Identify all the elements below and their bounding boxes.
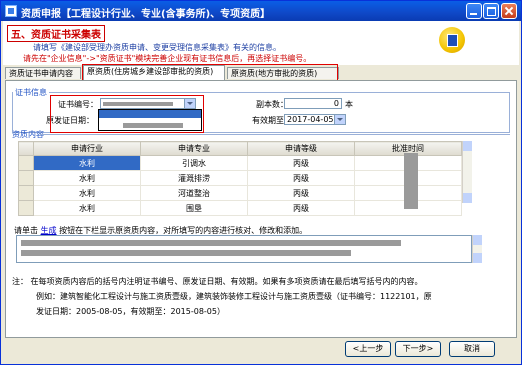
table-cell[interactable]: 水利: [33, 185, 141, 201]
redacted-approval-times: [404, 153, 418, 209]
next-button[interactable]: 下一步>: [395, 341, 441, 357]
table-cell[interactable]: 围垦: [140, 200, 248, 216]
table-cell[interactable]: 河道整治: [140, 185, 248, 201]
tab-application-content[interactable]: 资质证书申请内容: [5, 67, 81, 79]
textarea-scrollbar[interactable]: [472, 235, 482, 263]
content-panel: 证书信息 证书编号： 原发证日期： 副本数： 0 本 有效期至： 2017-04…: [5, 80, 517, 338]
highlight-box-cert: [50, 95, 204, 133]
copies-unit: 本: [345, 100, 353, 109]
title-bar: 资质申报【工程设计行业、专业(含事务所)、专项资质】: [1, 1, 521, 21]
window-title: 资质申报【工程设计行业、专业(含事务所)、专项资质】: [21, 9, 271, 20]
highlight-box-tabs: [82, 64, 338, 81]
table-scrollbar[interactable]: [462, 141, 472, 203]
minimize-button[interactable]: [466, 3, 482, 19]
table-cell[interactable]: 丙级: [247, 170, 355, 186]
table-cell[interactable]: 丙级: [247, 155, 355, 171]
redacted-text: [21, 240, 401, 246]
table-cell[interactable]: 水利: [33, 170, 141, 186]
table-cell[interactable]: 灌溉排涝: [140, 170, 248, 186]
row-selector[interactable]: [18, 155, 34, 171]
table-cell[interactable]: 丙级: [247, 200, 355, 216]
divider: [40, 134, 510, 135]
copies-input[interactable]: 0: [284, 98, 342, 109]
table-cell[interactable]: 引调水: [140, 155, 248, 171]
instruction-text: 请填写《建设部受理办资质申请、变更受理信息采集表》有关的信息。: [33, 43, 281, 52]
table-row[interactable]: 水利 灌溉排涝 丙级: [18, 170, 462, 186]
section-title: 五、资质证书采集表: [7, 25, 105, 42]
chevron-down-icon[interactable]: [334, 115, 345, 124]
generate-suffix: 按钮在下栏显示原资质内容，对所填写的内容进行核对、修改和添加。: [59, 226, 308, 235]
qualification-table: 申请行业 申请专业 申请等级 批准时间 水利 引调水 丙级 水利 灌溉排涝 丙级…: [18, 141, 462, 216]
row-header-corner: [18, 141, 34, 156]
note-block: 注： 在每项资质内容后的括号内注明证书编号、原发证日期、有效期。如果有多项资质请…: [12, 274, 432, 319]
note-line: 例如：建筑智能化工程设计与施工资质壹级，建筑装饰装修工程设计与施工资质壹级（证书…: [36, 292, 432, 301]
column-header[interactable]: 申请等级: [247, 141, 355, 156]
generate-prefix: 请单击: [14, 226, 38, 235]
redacted-text: [21, 250, 351, 256]
expiry-value: 2017-04-05: [287, 115, 334, 124]
row-selector[interactable]: [18, 170, 34, 186]
column-header[interactable]: 申请行业: [33, 141, 141, 156]
previous-button[interactable]: <上一步: [345, 341, 391, 357]
expiry-date-picker[interactable]: 2017-04-05: [284, 114, 346, 125]
warning-text: 请先在"企业信息"->"资质证书"模块完善企业现有证书信息后，再选择证书编号。: [23, 54, 312, 63]
info-book-icon: [439, 27, 465, 53]
note-line: 发证日期：2005-08-05，有效期至：2015-08-05）: [36, 307, 225, 316]
table-cell[interactable]: 水利: [33, 155, 141, 171]
scroll-up-icon[interactable]: [463, 141, 472, 151]
cert-legend: 证书信息: [15, 88, 47, 97]
table-row[interactable]: 水利 引调水 丙级: [18, 155, 462, 171]
table-row[interactable]: 水利 河道整治 丙级: [18, 185, 462, 201]
cancel-button[interactable]: 取消: [449, 341, 495, 357]
app-icon: [5, 5, 17, 17]
generate-link[interactable]: 生成: [41, 226, 57, 235]
row-selector[interactable]: [18, 185, 34, 201]
table-row[interactable]: 水利 围垦 丙级: [18, 200, 462, 216]
scroll-down-icon[interactable]: [463, 193, 472, 203]
column-header[interactable]: 申请专业: [140, 141, 248, 156]
copies-value: 0: [333, 99, 339, 108]
dialog-window: 资质申报【工程设计行业、专业(含事务所)、专项资质】 五、资质证书采集表 请填写…: [0, 0, 522, 365]
close-button[interactable]: [501, 3, 517, 19]
header-panel: 五、资质证书采集表 请填写《建设部受理办资质申请、变更受理信息采集表》有关的信息…: [3, 21, 519, 65]
table-cell[interactable]: 丙级: [247, 185, 355, 201]
scroll-up-icon[interactable]: [473, 235, 482, 245]
scroll-down-icon[interactable]: [473, 253, 482, 263]
maximize-button[interactable]: [483, 3, 499, 19]
table-cell[interactable]: 水利: [33, 200, 141, 216]
row-selector[interactable]: [18, 200, 34, 216]
note-line: 注： 在每项资质内容后的括号内注明证书编号、原发证日期、有效期。如果有多项资质请…: [12, 277, 423, 286]
original-qualification-textarea[interactable]: [16, 235, 472, 263]
